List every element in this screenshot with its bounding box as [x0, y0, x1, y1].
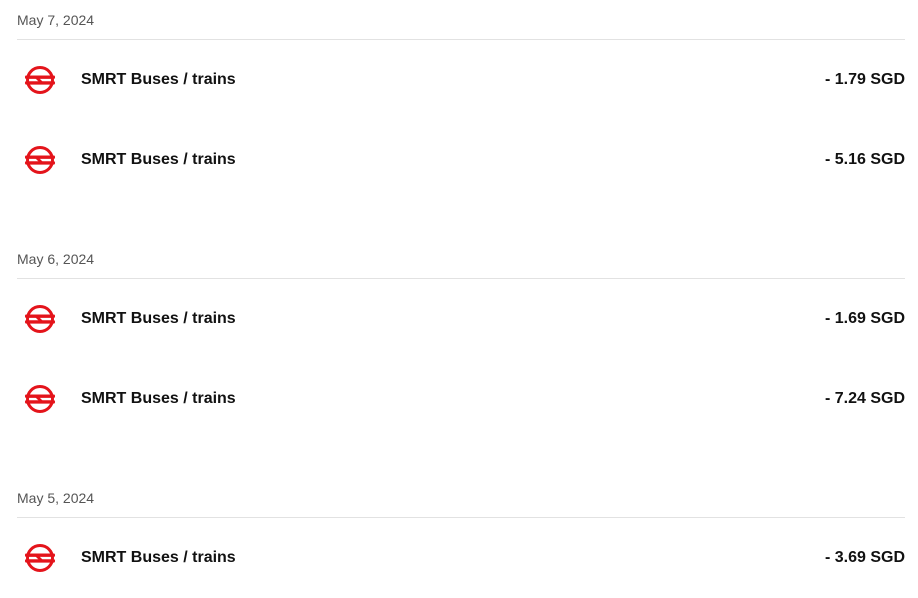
smrt-logo-icon	[24, 303, 56, 335]
date-group: May 5, 2024 SMRT Buses / trains - 3.69 S…	[17, 478, 905, 598]
date-header: May 7, 2024	[17, 0, 905, 40]
transaction-row[interactable]: SMRT Buses / trains - 7.24 SGD	[17, 359, 905, 439]
date-group: May 6, 2024 SMRT Buses / trains - 1.69 S…	[17, 239, 905, 439]
merchant-name: SMRT Buses / trains	[81, 549, 236, 566]
transaction-amount: - 3.69 SGD	[824, 549, 905, 566]
date-group: May 7, 2024 SMRT Buses / trains - 1.79 S…	[17, 0, 905, 200]
merchant-name: SMRT Buses / trains	[81, 71, 236, 88]
transaction-amount: - 1.79 SGD	[824, 71, 905, 88]
smrt-logo-icon	[24, 64, 56, 96]
date-header: May 6, 2024	[17, 239, 905, 279]
merchant-name: SMRT Buses / trains	[81, 151, 236, 168]
smrt-logo-icon	[24, 542, 56, 574]
transaction-row[interactable]: SMRT Buses / trains - 5.16 SGD	[17, 120, 905, 200]
merchant-name: SMRT Buses / trains	[81, 390, 236, 407]
transaction-amount: - 7.24 SGD	[824, 390, 905, 407]
transaction-amount: - 1.69 SGD	[824, 310, 905, 327]
transaction-row[interactable]: SMRT Buses / trains - 1.79 SGD	[17, 40, 905, 120]
date-header: May 5, 2024	[17, 478, 905, 518]
merchant-name: SMRT Buses / trains	[81, 310, 236, 327]
transaction-list: May 7, 2024 SMRT Buses / trains - 1.79 S…	[0, 0, 918, 593]
transaction-row[interactable]: SMRT Buses / trains - 3.69 SGD	[17, 518, 905, 598]
transaction-amount: - 5.16 SGD	[824, 151, 905, 168]
transaction-row[interactable]: SMRT Buses / trains - 1.69 SGD	[17, 279, 905, 359]
smrt-logo-icon	[24, 144, 56, 176]
smrt-logo-icon	[24, 383, 56, 415]
